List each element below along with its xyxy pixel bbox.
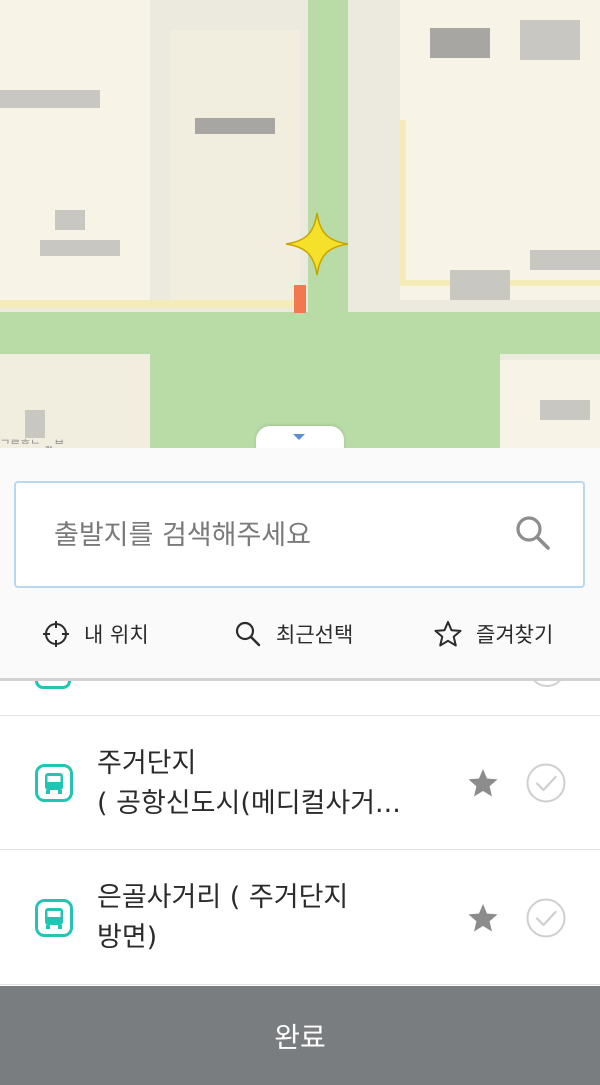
check-circle-icon[interactable]: [528, 681, 566, 687]
map-road-minor: [400, 120, 406, 280]
map-label-blur: [540, 400, 590, 420]
stop-name: 주거단지 ( 공항신도시(메디컬사거...: [97, 744, 427, 824]
stop-name-line2: 방면): [97, 922, 158, 953]
favorite-star-icon[interactable]: [467, 902, 499, 934]
list-item[interactable]: 주거단지 ( 공항신도시(메디컬사거...: [0, 716, 600, 850]
bus-icon: [35, 764, 73, 802]
recent-selection-label: 최근선택: [276, 623, 354, 647]
done-button[interactable]: 완료: [0, 986, 600, 1085]
stop-name-line1: 은골사거리 ( 주거단지: [97, 882, 349, 913]
search-icon[interactable]: [513, 513, 553, 553]
map-block: [170, 30, 300, 300]
result-list[interactable]: 주거단지 ( 공항신도시(메디컬사거... 은골사거리 ( 주거단지 방면): [0, 681, 600, 986]
map-label-blur: [530, 250, 600, 270]
favorites-label: 즐겨찾기: [476, 623, 554, 647]
map-label-blur: [25, 410, 45, 438]
map-poi-marker: [294, 285, 306, 313]
map-label-blur: [55, 210, 85, 230]
list-item[interactable]: [0, 681, 600, 716]
location-star-marker[interactable]: [284, 211, 350, 277]
map-label-blur: [40, 240, 120, 256]
stop-name: 은골사거리 ( 주거단지 방면): [97, 878, 427, 958]
map-label-blur: [450, 270, 510, 300]
map-label-blur: [520, 20, 580, 60]
search-box[interactable]: [14, 481, 585, 588]
check-circle-icon[interactable]: [526, 763, 566, 803]
stop-name-line2: ( 공항신도시(메디컬사거...: [97, 788, 401, 819]
search-panel: 내 위치 최근선택 즐겨찾기: [0, 448, 600, 681]
my-location-button[interactable]: 내 위치: [42, 612, 149, 656]
favorites-button[interactable]: 즐겨찾기: [434, 612, 553, 656]
panel-collapse-handle[interactable]: [256, 426, 344, 450]
list-item[interactable]: 은골사거리 ( 주거단지 방면): [0, 851, 600, 985]
stop-name-line1: 주거단지: [97, 748, 197, 779]
map-label-blur: [0, 90, 100, 108]
bus-icon: [35, 681, 71, 689]
check-circle-icon[interactable]: [526, 898, 566, 938]
map-road-minor: [0, 300, 300, 308]
bus-icon: [35, 899, 73, 937]
map-view[interactable]: ᄀᄅᄒᄂ ᆳᄇ: [0, 0, 600, 450]
chevron-down-icon: [293, 434, 305, 440]
crosshair-icon: [43, 621, 69, 647]
search-icon: [235, 621, 261, 647]
map-label-blur: [195, 118, 275, 134]
search-input[interactable]: [54, 511, 494, 559]
map-label-blur: [430, 28, 490, 58]
quick-actions: 내 위치 최근선택 즐겨찾기: [0, 612, 600, 656]
recent-selection-button[interactable]: 최근선택: [234, 612, 353, 656]
map-road: [308, 0, 348, 340]
favorite-star-icon[interactable]: [467, 767, 499, 799]
my-location-label: 내 위치: [84, 623, 149, 647]
star-outline-icon: [434, 621, 462, 647]
